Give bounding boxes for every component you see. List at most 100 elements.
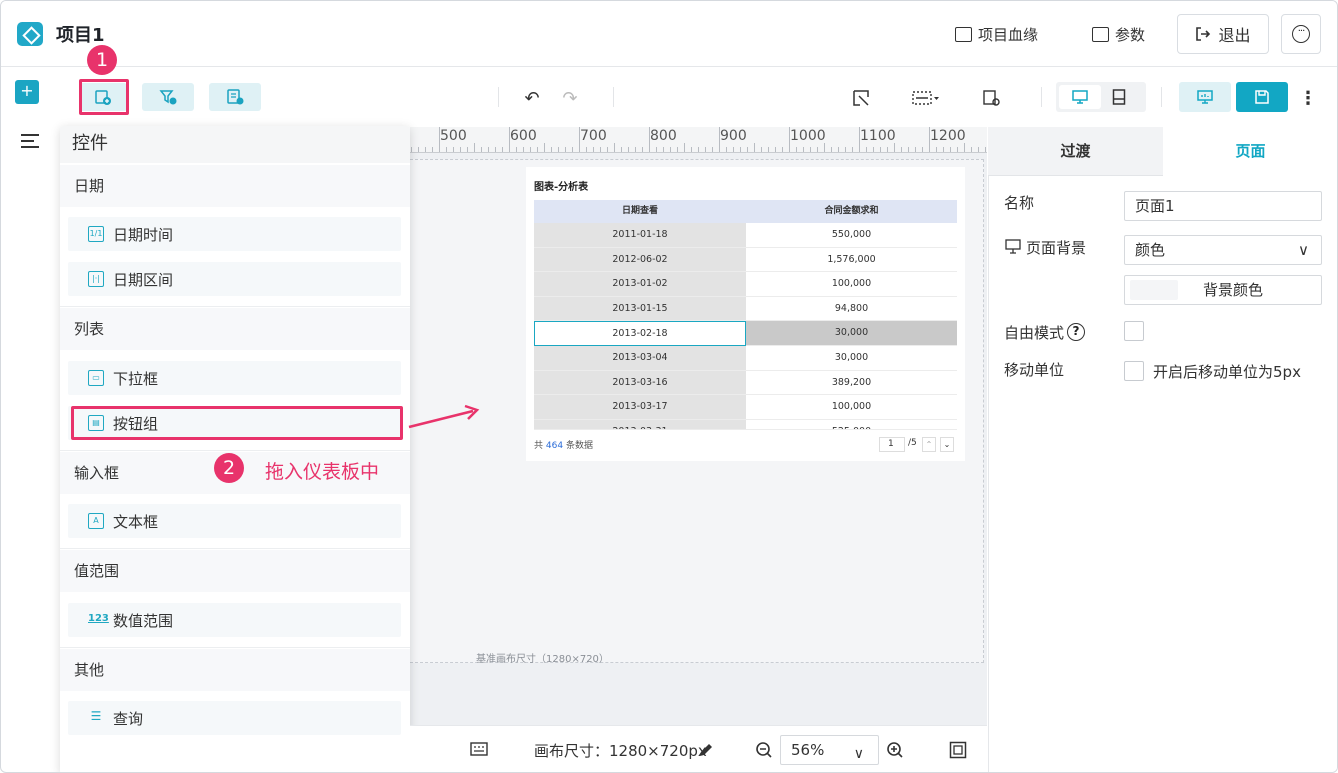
brush-format-icon[interactable] [850, 87, 872, 109]
table-cell-date[interactable]: 2013-02-18 [534, 321, 746, 346]
background-type-value: 颜色 [1135, 241, 1166, 259]
add-table-button[interactable] [209, 83, 261, 111]
kebab-menu-icon[interactable]: ⋮ [1297, 87, 1319, 109]
table-cell-amount[interactable]: 30,000 [746, 321, 957, 346]
ruler-tick [726, 147, 727, 152]
preview-button[interactable] [1179, 82, 1231, 112]
drag-hint-text: 拖入仪表板中 [265, 461, 380, 483]
add-component-icon[interactable]: + [15, 80, 39, 104]
control-date-range[interactable]: |·| 日期区间 [68, 262, 401, 296]
table-cell-date[interactable]: 2013-01-02 [534, 272, 746, 297]
background-type-select[interactable]: 颜色 ∨ [1124, 235, 1322, 265]
zoom-in-icon[interactable] [886, 741, 904, 759]
ruler-tick [754, 143, 755, 152]
align-distribute-icon[interactable] [911, 87, 941, 109]
save-button[interactable] [1236, 82, 1288, 112]
table-footer-count: 共 464 条数据 [534, 438, 593, 451]
mobile-view-icon[interactable] [1112, 89, 1126, 105]
move-unit-checkbox[interactable] [1124, 361, 1144, 381]
ruler-tick [817, 147, 818, 152]
monitor-icon [1005, 239, 1021, 254]
column-header-date[interactable]: 日期查看 [534, 200, 746, 223]
zoom-out-icon[interactable] [755, 741, 773, 759]
background-color-picker[interactable]: 背景颜色 [1124, 275, 1322, 305]
control-number-range[interactable]: 123 数值范围 [68, 603, 401, 637]
tab-page[interactable]: 页面 [1163, 127, 1337, 176]
table-cell-amount[interactable]: 100,000 [746, 395, 957, 420]
desktop-view-button[interactable] [1059, 85, 1101, 109]
page-settings-icon[interactable] [980, 87, 1002, 109]
app-logo-icon [17, 22, 43, 46]
keyboard-icon[interactable] [470, 742, 488, 756]
page-number-input[interactable]: 1 [879, 437, 905, 452]
table-cell-amount[interactable]: 94,800 [746, 296, 957, 322]
ruler-tick [782, 147, 783, 152]
ruler-tick [894, 143, 895, 152]
ruler-tick [502, 147, 503, 152]
control-datetime[interactable]: 1/1 日期时间 [68, 217, 401, 251]
footer-prefix: 共 [534, 441, 544, 451]
ruler-tick [635, 147, 636, 152]
redo-icon[interactable]: ↷ [559, 87, 581, 109]
tab-filter[interactable]: 过渡 [988, 127, 1163, 176]
ruler-tick [523, 147, 524, 152]
table-cell-amount[interactable]: 550,000 [746, 223, 957, 248]
page-up-icon[interactable]: ⌃ [922, 437, 936, 452]
ruler-tick [495, 147, 496, 152]
table-cell-amount[interactable]: 525,000 [746, 419, 957, 430]
control-textbox[interactable]: A 文本框 [68, 504, 401, 538]
more-options-button[interactable]: ··· [1281, 14, 1321, 54]
horizontal-ruler: 500 600 700 800 900 1000 1100 1200 [410, 127, 987, 153]
table-cell-amount[interactable]: 1,576,000 [746, 247, 957, 273]
exit-button[interactable]: 退出 [1177, 14, 1269, 54]
table-cell-date[interactable]: 2011-01-18 [534, 223, 746, 248]
ruler-tick [873, 147, 874, 152]
ruler-tick [446, 147, 447, 152]
table-cell-amount[interactable]: 389,200 [746, 370, 957, 396]
table-cell-date[interactable]: 2013-03-17 [534, 395, 746, 420]
control-query[interactable]: ☰ 查询 [68, 701, 401, 735]
ruler-tick [705, 147, 706, 152]
control-label: 文本框 [113, 512, 159, 531]
control-dropdown[interactable]: ▭ 下拉框 [68, 361, 401, 395]
widget-title: 图表-分析表 [534, 182, 589, 193]
highlight-step2 [71, 406, 403, 440]
table-cell-date[interactable]: 2013-03-31 [534, 419, 746, 430]
undo-icon[interactable]: ↶ [521, 87, 543, 109]
number-range-icon: 123 [88, 613, 109, 624]
ruler-label: 700 [580, 128, 607, 144]
ruler-tick [950, 147, 951, 152]
zoom-select[interactable]: 56% ∨ [780, 735, 879, 765]
table-cell-amount[interactable]: 100,000 [746, 272, 957, 297]
fit-screen-icon[interactable] [949, 741, 967, 759]
free-mode-label: 自由模式 [1004, 324, 1065, 342]
table-cell-date[interactable]: 2013-01-15 [534, 296, 746, 322]
name-label: 名称 [1004, 194, 1035, 212]
table-cell-date[interactable]: 2012-06-02 [534, 247, 746, 273]
table-cell-date[interactable]: 2013-03-04 [534, 346, 746, 371]
ruler-tick [537, 147, 538, 152]
table-cell-date[interactable]: 2013-03-16 [534, 370, 746, 396]
page-down-icon[interactable]: ⌄ [940, 437, 954, 452]
category-date: 日期 [60, 165, 410, 207]
chevron-down-icon: ∨ [1298, 241, 1309, 259]
page-name-input[interactable]: 页面1 [1124, 191, 1322, 221]
ruler-tick [747, 147, 748, 152]
exit-label: 退出 [1218, 26, 1251, 45]
column-header-amount[interactable]: 合同金额求和 [746, 200, 957, 223]
params-button[interactable]: 参数 [1092, 23, 1145, 45]
category-list: 列表 [60, 308, 410, 350]
ruler-tick [796, 147, 797, 152]
project-title: 项目1 [56, 25, 105, 46]
lineage-button[interactable]: 项目血缘 [955, 23, 1038, 45]
free-mode-checkbox[interactable] [1124, 321, 1144, 341]
table-cell-amount[interactable]: 30,000 [746, 346, 957, 371]
ruler-tick [642, 147, 643, 152]
outline-list-icon[interactable] [21, 134, 39, 148]
help-icon[interactable]: ? [1067, 323, 1085, 341]
ruler-tick [572, 147, 573, 152]
step1-badge: 1 [87, 45, 117, 75]
control-panel: 控件 日期 1/1 日期时间 |·| 日期区间 列表 ▭ 下拉框 ▤ 按钮组 输… [60, 126, 410, 772]
edit-pencil-icon[interactable] [698, 742, 714, 758]
add-filter-button[interactable] [142, 83, 194, 111]
